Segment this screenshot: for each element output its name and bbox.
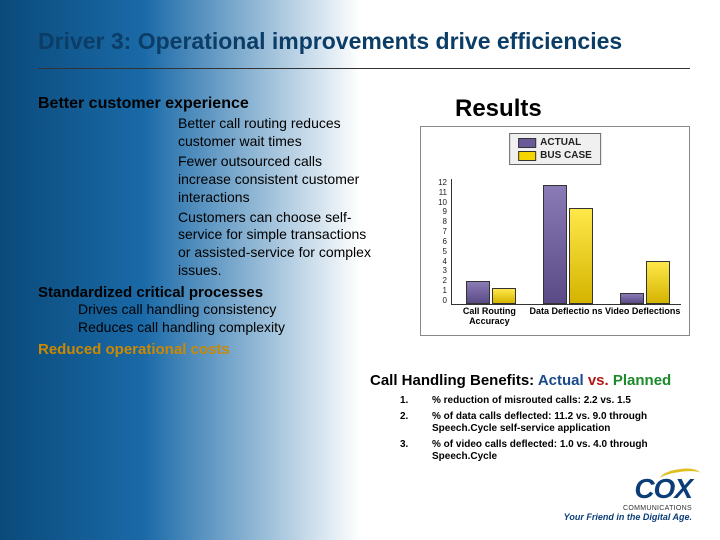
bar-group xyxy=(461,281,521,304)
plot-area xyxy=(451,179,681,305)
note-row: 2. % of data calls deflected: 11.2 vs. 9.… xyxy=(400,411,690,435)
slide: Driver 3: Operational improvements drive… xyxy=(0,0,720,540)
bullet-complexity: Reduces call handling complexity xyxy=(78,319,378,337)
heading-customer-experience: Better customer experience xyxy=(38,95,378,113)
left-column: Better customer experience Better call r… xyxy=(38,95,378,358)
bar-actual xyxy=(620,293,644,304)
bullet-self-service: Customers can choose self-service for si… xyxy=(178,209,378,281)
cox-logo: COX xyxy=(634,473,692,505)
legend-plan-label: BUS CASE xyxy=(540,150,592,161)
note-row: 3. % of video calls deflected: 1.0 vs. 4.… xyxy=(400,439,690,463)
bar-plan xyxy=(492,288,516,304)
legend-plan: BUS CASE xyxy=(518,150,592,161)
bullet-consistency: Drives call handling consistency xyxy=(78,301,378,319)
note-number: 1. xyxy=(400,395,412,407)
y-tick: 7 xyxy=(425,228,447,236)
note-text: % reduction of misrouted calls: 2.2 vs. … xyxy=(432,395,690,407)
x-label: Data Deflectio ns xyxy=(528,307,605,333)
chart-title-main: Call Handling Benefits: xyxy=(370,372,534,389)
y-axis-ticks: 0123456789101112 xyxy=(425,179,447,305)
y-tick: 6 xyxy=(425,238,447,246)
bar-actual xyxy=(466,281,490,304)
y-tick: 12 xyxy=(425,179,447,187)
swatch-actual-icon xyxy=(518,138,536,148)
note-text: % of video calls deflected: 1.0 vs. 4.0 … xyxy=(432,439,690,463)
logo-swoosh-icon xyxy=(659,466,701,485)
y-tick: 4 xyxy=(425,258,447,266)
chart-title-planned: Planned xyxy=(613,372,671,389)
y-tick: 2 xyxy=(425,277,447,285)
legend-actual: ACTUAL xyxy=(518,137,592,148)
swatch-plan-icon xyxy=(518,151,536,161)
heading-reduced-costs: Reduced operational costs xyxy=(38,341,378,358)
y-tick: 8 xyxy=(425,218,447,226)
slide-title: Driver 3: Operational improvements drive… xyxy=(38,28,690,55)
note-number: 3. xyxy=(400,439,412,463)
cox-tagline: Your Friend in the Digital Age. xyxy=(564,512,692,522)
bar-plan xyxy=(569,208,593,304)
chart-notes: 1. % reduction of misrouted calls: 2.2 vs… xyxy=(400,395,690,467)
heading-standardized: Standardized critical processes xyxy=(38,284,378,301)
y-tick: 1 xyxy=(425,287,447,295)
title-underline xyxy=(38,68,690,69)
bar-chart: ACTUAL BUS CASE 0123456789101112 Call Ro… xyxy=(420,126,690,336)
bar-group xyxy=(538,185,598,304)
bullet-outsourced: Fewer outsourced calls increase consiste… xyxy=(178,153,378,207)
x-label: Video Deflections xyxy=(604,307,681,333)
note-number: 2. xyxy=(400,411,412,435)
y-tick: 9 xyxy=(425,208,447,216)
x-axis-labels: Call Routing AccuracyData Deflectio nsVi… xyxy=(451,307,681,333)
chart-title-vs: vs. xyxy=(588,372,609,389)
results-heading: Results xyxy=(455,95,542,123)
y-tick: 5 xyxy=(425,248,447,256)
chart-legend: ACTUAL BUS CASE xyxy=(509,133,601,165)
bullet-call-routing: Better call routing reduces customer wai… xyxy=(178,115,378,151)
cox-logo-area: COX COMMUNICATIONS Your Friend in the Di… xyxy=(564,473,692,522)
chart-title: Call Handling Benefits: Actual vs. Plann… xyxy=(370,372,671,389)
legend-actual-label: ACTUAL xyxy=(540,137,581,148)
bar-actual xyxy=(543,185,567,304)
bar-plan xyxy=(646,261,670,304)
cox-logo-sub: COMMUNICATIONS xyxy=(564,505,692,512)
chart-title-actual: Actual xyxy=(538,372,584,389)
y-tick: 10 xyxy=(425,199,447,207)
bar-group xyxy=(615,261,675,304)
note-row: 1. % reduction of misrouted calls: 2.2 vs… xyxy=(400,395,690,407)
x-label: Call Routing Accuracy xyxy=(451,307,528,333)
note-text: % of data calls deflected: 11.2 vs. 9.0 … xyxy=(432,411,690,435)
y-tick: 11 xyxy=(425,189,447,197)
y-tick: 3 xyxy=(425,267,447,275)
y-tick: 0 xyxy=(425,297,447,305)
